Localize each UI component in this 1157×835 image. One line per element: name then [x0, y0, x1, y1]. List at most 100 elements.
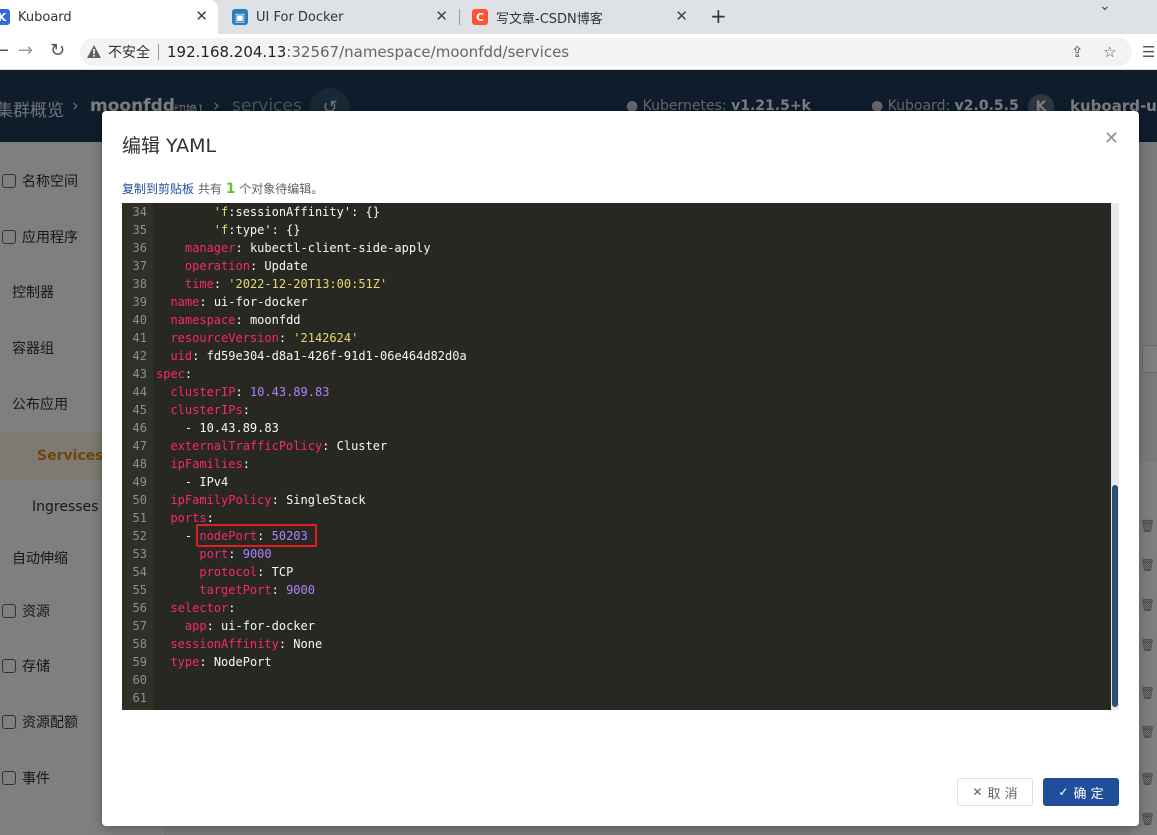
close-icon[interactable]: ✕	[1104, 128, 1119, 149]
line-code[interactable]: - 10.43.89.83	[156, 419, 279, 437]
url-path: :32567/namespace/moonfdd/services	[286, 43, 570, 61]
tab-title: Kuboard	[18, 9, 72, 25]
share-icon[interactable]: ⇪	[1071, 43, 1084, 61]
yaml-line[interactable]: 42 uid: fd59e304-d8a1-426f-91d1-06e464d8…	[122, 347, 1112, 365]
close-icon: ✕	[972, 785, 983, 799]
yaml-line[interactable]: 54 protocol: TCP	[122, 563, 1112, 581]
line-code[interactable]: externalTrafficPolicy: Cluster	[156, 437, 387, 455]
star-icon[interactable]: ☆	[1103, 43, 1116, 61]
close-icon[interactable]: ✕	[675, 8, 688, 24]
yaml-line[interactable]: 60	[122, 671, 1112, 689]
tab-title: UI For Docker	[256, 9, 344, 25]
cancel-button[interactable]: ✕ 取 消	[957, 778, 1033, 806]
tab-csdn[interactable]: C 写文章-CSDN博客 ✕	[462, 0, 698, 34]
line-code[interactable]: clusterIPs:	[156, 401, 249, 419]
kuboard-icon: K	[0, 9, 10, 25]
yaml-line[interactable]: 53 port: 9000	[122, 545, 1112, 563]
line-number: 38	[132, 277, 147, 291]
copy-to-clipboard-link[interactable]: 复制到剪贴板	[122, 182, 194, 196]
dialog-info: 复制到剪贴板 共有 1 个对象待编辑。	[122, 180, 323, 197]
scrollbar[interactable]	[1111, 203, 1119, 710]
line-code[interactable]: manager: kubectl-client-side-apply	[156, 239, 431, 257]
scrollbar-thumb[interactable]	[1112, 485, 1118, 707]
security-label: 不安全	[108, 45, 150, 61]
yaml-line[interactable]: 49 - IPv4	[122, 473, 1112, 491]
line-code[interactable]: ipFamilies:	[156, 455, 249, 473]
yaml-line[interactable]: 50 ipFamilyPolicy: SingleStack	[122, 491, 1112, 509]
yaml-line[interactable]: 61	[122, 689, 1112, 707]
line-code[interactable]: app: ui-for-docker	[156, 617, 315, 635]
yaml-line[interactable]: 35 'f:type': {}	[122, 221, 1112, 239]
line-number: 61	[132, 691, 147, 705]
close-icon[interactable]: ✕	[435, 8, 448, 24]
line-code[interactable]: port: 9000	[156, 545, 271, 563]
url-divider	[158, 44, 159, 60]
line-code[interactable]: targetPort: 9000	[156, 581, 315, 599]
line-code[interactable]: name: ui-for-docker	[156, 293, 307, 311]
line-number: 41	[132, 331, 147, 345]
line-number: 52	[132, 529, 147, 543]
line-code[interactable]: sessionAffinity: None	[156, 635, 322, 653]
line-code[interactable]: spec:	[156, 365, 192, 383]
line-number: 46	[132, 421, 147, 435]
line-number: 58	[132, 637, 147, 651]
line-code[interactable]: protocol: TCP	[156, 563, 293, 581]
yaml-line[interactable]: 45 clusterIPs:	[122, 401, 1112, 419]
line-code[interactable]: 'f:sessionAffinity': {}	[156, 203, 380, 221]
yaml-line[interactable]: 41 resourceVersion: '2142624'	[122, 329, 1112, 347]
line-code[interactable]: clusterIP: 10.43.89.83	[156, 383, 329, 401]
line-number: 60	[132, 673, 147, 687]
line-number: 48	[132, 457, 147, 471]
yaml-editor[interactable]: 34 'f:sessionAffinity': {} 35 'f:type': {…	[122, 203, 1119, 710]
tab-kuboard[interactable]: K Kuboard ✕	[0, 0, 218, 34]
yaml-line[interactable]: 44 clusterIP: 10.43.89.83	[122, 383, 1112, 401]
new-tab-button[interactable]: +	[710, 5, 727, 27]
line-number: 50	[132, 493, 147, 507]
line-number: 47	[132, 439, 147, 453]
line-code[interactable]: resourceVersion: '2142624'	[156, 329, 358, 347]
line-code[interactable]: namespace: moonfdd	[156, 311, 300, 329]
yaml-line[interactable]: 56 selector:	[122, 599, 1112, 617]
yaml-line[interactable]: 58 sessionAffinity: None	[122, 635, 1112, 653]
warning-icon[interactable]	[86, 44, 102, 60]
info-prefix: 共有	[197, 182, 222, 196]
yaml-line[interactable]: 59 type: NodePort	[122, 653, 1112, 671]
line-number: 56	[132, 601, 147, 615]
yaml-line[interactable]: 34 'f:sessionAffinity': {}	[122, 203, 1112, 221]
line-code[interactable]: ipFamilyPolicy: SingleStack	[156, 491, 365, 509]
line-code[interactable]: - IPv4	[156, 473, 228, 491]
yaml-line[interactable]: 57 app: ui-for-docker	[122, 617, 1112, 635]
forward-icon[interactable]: →	[18, 40, 33, 62]
line-code[interactable]: selector:	[156, 599, 235, 617]
browser-tab-bar: K Kuboard ✕ ▣ UI For Docker ✕ C 写文章-CSDN…	[0, 0, 1157, 34]
line-code[interactable]: 'f:type': {}	[156, 221, 301, 239]
line-number: 43	[132, 367, 147, 381]
line-code[interactable]: type: NodePort	[156, 653, 271, 671]
line-number: 34	[132, 205, 147, 219]
yaml-line[interactable]: 46 - 10.43.89.83	[122, 419, 1112, 437]
line-number: 57	[132, 619, 147, 633]
url-field[interactable]: 不安全 192.168.204.13 :32567/namespace/moon…	[80, 38, 1132, 66]
yaml-line[interactable]: 48 ipFamilies:	[122, 455, 1112, 473]
yaml-line[interactable]: 39 name: ui-for-docker	[122, 293, 1112, 311]
reload-icon[interactable]: ↻	[50, 40, 65, 62]
yaml-line[interactable]: 40 namespace: moonfdd	[122, 311, 1112, 329]
tab-separator	[459, 9, 460, 25]
tab-ui-for-docker[interactable]: ▣ UI For Docker ✕	[222, 0, 458, 34]
yaml-line[interactable]: 43 spec:	[122, 365, 1112, 383]
reading-list-icon[interactable]: ☰	[1142, 43, 1155, 61]
yaml-line[interactable]: 47 externalTrafficPolicy: Cluster	[122, 437, 1112, 455]
line-code[interactable]: operation: Update	[156, 257, 308, 275]
yaml-line[interactable]: 38 time: '2022-12-20T13:00:51Z'	[122, 275, 1112, 293]
yaml-line[interactable]: 36 manager: kubectl-client-side-apply	[122, 239, 1112, 257]
chevron-down-icon[interactable]: ⌄	[1099, 0, 1111, 14]
yaml-line[interactable]: 55 targetPort: 9000	[122, 581, 1112, 599]
line-code[interactable]: uid: fd59e304-d8a1-426f-91d1-06e464d82d0…	[156, 347, 466, 365]
back-icon[interactable]: ←	[0, 40, 9, 62]
yaml-line[interactable]: 37 operation: Update	[122, 257, 1112, 275]
tab-title: 写文章-CSDN博客	[496, 11, 603, 27]
confirm-button[interactable]: ✓ 确 定	[1043, 778, 1119, 806]
line-code[interactable]: time: '2022-12-20T13:00:51Z'	[156, 275, 387, 293]
dialog-title: 编辑 YAML	[122, 135, 217, 157]
close-icon[interactable]: ✕	[195, 8, 208, 24]
